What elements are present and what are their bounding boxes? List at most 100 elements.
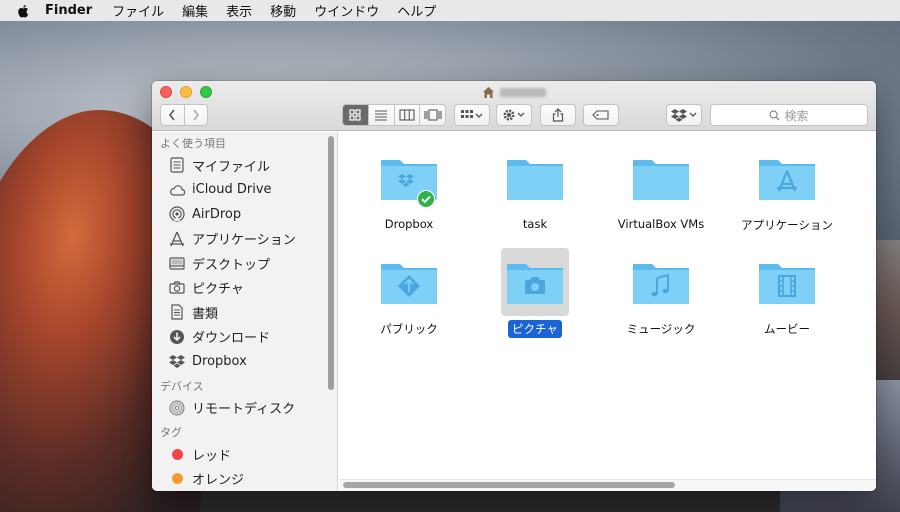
disc-icon xyxy=(168,399,186,417)
folder-label: ミュージック xyxy=(626,322,696,336)
all-files-icon xyxy=(168,156,186,174)
movies-folder-icon xyxy=(759,264,815,304)
folder-item-virtualbox-vms[interactable]: VirtualBox VMs xyxy=(596,144,726,240)
sidebar-item-airdrop[interactable]: AirDrop xyxy=(152,202,337,227)
minimize-button[interactable] xyxy=(180,86,192,98)
folder-icon xyxy=(507,160,563,200)
sidebar: よく使う項目 マイファイル iCloud Drive AirDrop アプリケー… xyxy=(152,132,338,491)
folder-item-music[interactable]: ミュージック xyxy=(596,248,726,344)
sidebar-header-tags: タグ xyxy=(160,426,182,439)
list-view-button[interactable] xyxy=(367,105,394,125)
horizontal-scroll-track xyxy=(339,479,876,491)
close-button[interactable] xyxy=(160,86,172,98)
coverflow-view-button[interactable] xyxy=(419,105,445,125)
folder-icon xyxy=(633,160,689,200)
folder-item-public[interactable]: パブリック xyxy=(344,248,474,344)
folder-label: ピクチャ xyxy=(508,320,562,338)
sidebar-scrollbar[interactable] xyxy=(328,136,334,390)
grid-icon xyxy=(349,109,361,121)
view-mode-segmented xyxy=(342,104,446,126)
sidebar-item-label: デスクトップ xyxy=(192,257,271,273)
menu-go[interactable]: 移動 xyxy=(270,1,296,20)
sidebar-item-desktop[interactable]: デスクトップ xyxy=(152,251,337,276)
sidebar-item-label: 書類 xyxy=(192,306,219,322)
folder-label: VirtualBox VMs xyxy=(617,217,705,231)
apple-icon[interactable] xyxy=(17,4,31,18)
file-browser: Dropbox task VirtualBox VMs アプリケーション パブリ… xyxy=(339,132,876,491)
sidebar-header-devices: デバイス xyxy=(160,379,204,393)
sidebar-item-downloads[interactable]: ダウンロード xyxy=(152,325,337,350)
tag-icon xyxy=(592,110,609,120)
download-icon xyxy=(168,328,186,346)
sidebar-item-label: Dropbox xyxy=(192,353,247,369)
forward-button[interactable] xyxy=(183,105,208,125)
menu-window[interactable]: ウインドウ xyxy=(314,1,379,20)
sidebar-item-label: オレンジ xyxy=(192,473,245,489)
pictures-folder-icon xyxy=(507,264,563,304)
menu-app-name[interactable]: Finder xyxy=(45,3,92,18)
tags-button[interactable] xyxy=(583,104,619,126)
sidebar-item-all-my-files[interactable]: マイファイル xyxy=(152,153,337,178)
applications-folder-icon xyxy=(759,160,815,200)
applications-icon xyxy=(168,230,186,248)
menu-file[interactable]: ファイル xyxy=(112,1,164,20)
title-bar[interactable]: 検索 xyxy=(152,81,876,131)
menu-help[interactable]: ヘルプ xyxy=(397,1,436,20)
dropbox-icon xyxy=(168,352,186,370)
folder-label: Dropbox xyxy=(384,217,434,231)
sidebar-header-favorites: よく使う項目 xyxy=(160,137,226,150)
column-view-button[interactable] xyxy=(393,105,420,125)
sidebar-item-tag-red[interactable]: レッド xyxy=(152,442,337,467)
camera-icon xyxy=(168,279,186,297)
music-folder-icon xyxy=(633,264,689,304)
list-icon xyxy=(375,110,388,121)
sidebar-item-label: マイファイル xyxy=(192,159,271,175)
gear-icon xyxy=(503,109,525,121)
icon-view-button[interactable] xyxy=(343,105,368,125)
coverflow-icon xyxy=(424,109,442,121)
arrange-button[interactable] xyxy=(454,104,490,126)
sidebar-item-applications[interactable]: アプリケーション xyxy=(152,227,337,252)
zoom-button[interactable] xyxy=(200,86,212,98)
folder-item-task[interactable]: task xyxy=(470,144,600,240)
share-button[interactable] xyxy=(540,104,576,126)
synced-check-icon xyxy=(417,190,435,208)
dropbox-toolbar-button[interactable] xyxy=(666,104,702,126)
menu-edit[interactable]: 編集 xyxy=(182,1,208,20)
public-folder-icon xyxy=(381,264,437,304)
folder-label: アプリケーション xyxy=(741,218,833,232)
folder-item-pictures[interactable]: ピクチャ xyxy=(470,248,600,344)
navigation-buttons xyxy=(160,104,208,126)
sidebar-item-dropbox[interactable]: Dropbox xyxy=(152,349,337,374)
folder-item-dropbox[interactable]: Dropbox xyxy=(344,144,474,240)
folder-label: パブリック xyxy=(380,322,438,336)
chevron-right-icon xyxy=(193,109,199,121)
finder-window: 検索 よく使う項目 マイファイル iCloud Drive AirDrop アプ… xyxy=(152,81,876,491)
cloud-icon xyxy=(168,181,186,199)
search-field[interactable]: 検索 xyxy=(710,104,868,126)
sidebar-item-label: ピクチャ xyxy=(192,282,244,298)
selection-highlight xyxy=(501,248,569,316)
documents-icon xyxy=(168,303,186,321)
sidebar-item-tag-orange[interactable]: オレンジ xyxy=(152,467,337,492)
sidebar-item-label: レッド xyxy=(192,448,232,464)
sidebar-item-documents[interactable]: 書類 xyxy=(152,300,337,325)
desktop-icon xyxy=(168,254,186,272)
horizontal-scrollbar[interactable] xyxy=(343,482,675,488)
home-icon xyxy=(483,86,494,98)
sidebar-item-remote-disc[interactable]: リモートディスク xyxy=(152,396,337,421)
sidebar-item-pictures[interactable]: ピクチャ xyxy=(152,276,337,301)
search-placeholder: 検索 xyxy=(784,108,809,123)
search-icon xyxy=(769,109,780,120)
sidebar-item-icloud-drive[interactable]: iCloud Drive xyxy=(152,178,337,203)
back-button[interactable] xyxy=(161,105,184,125)
redacted-username xyxy=(500,87,546,97)
share-icon xyxy=(552,108,564,122)
menu-view[interactable]: 表示 xyxy=(226,1,252,20)
sidebar-item-label: アプリケーション xyxy=(192,233,296,249)
folder-label: task xyxy=(522,217,548,231)
sidebar-item-label: ダウンロード xyxy=(192,331,271,347)
folder-item-applications[interactable]: アプリケーション xyxy=(722,144,852,240)
action-button[interactable] xyxy=(496,104,532,126)
folder-item-movies[interactable]: ムービー xyxy=(722,248,852,344)
